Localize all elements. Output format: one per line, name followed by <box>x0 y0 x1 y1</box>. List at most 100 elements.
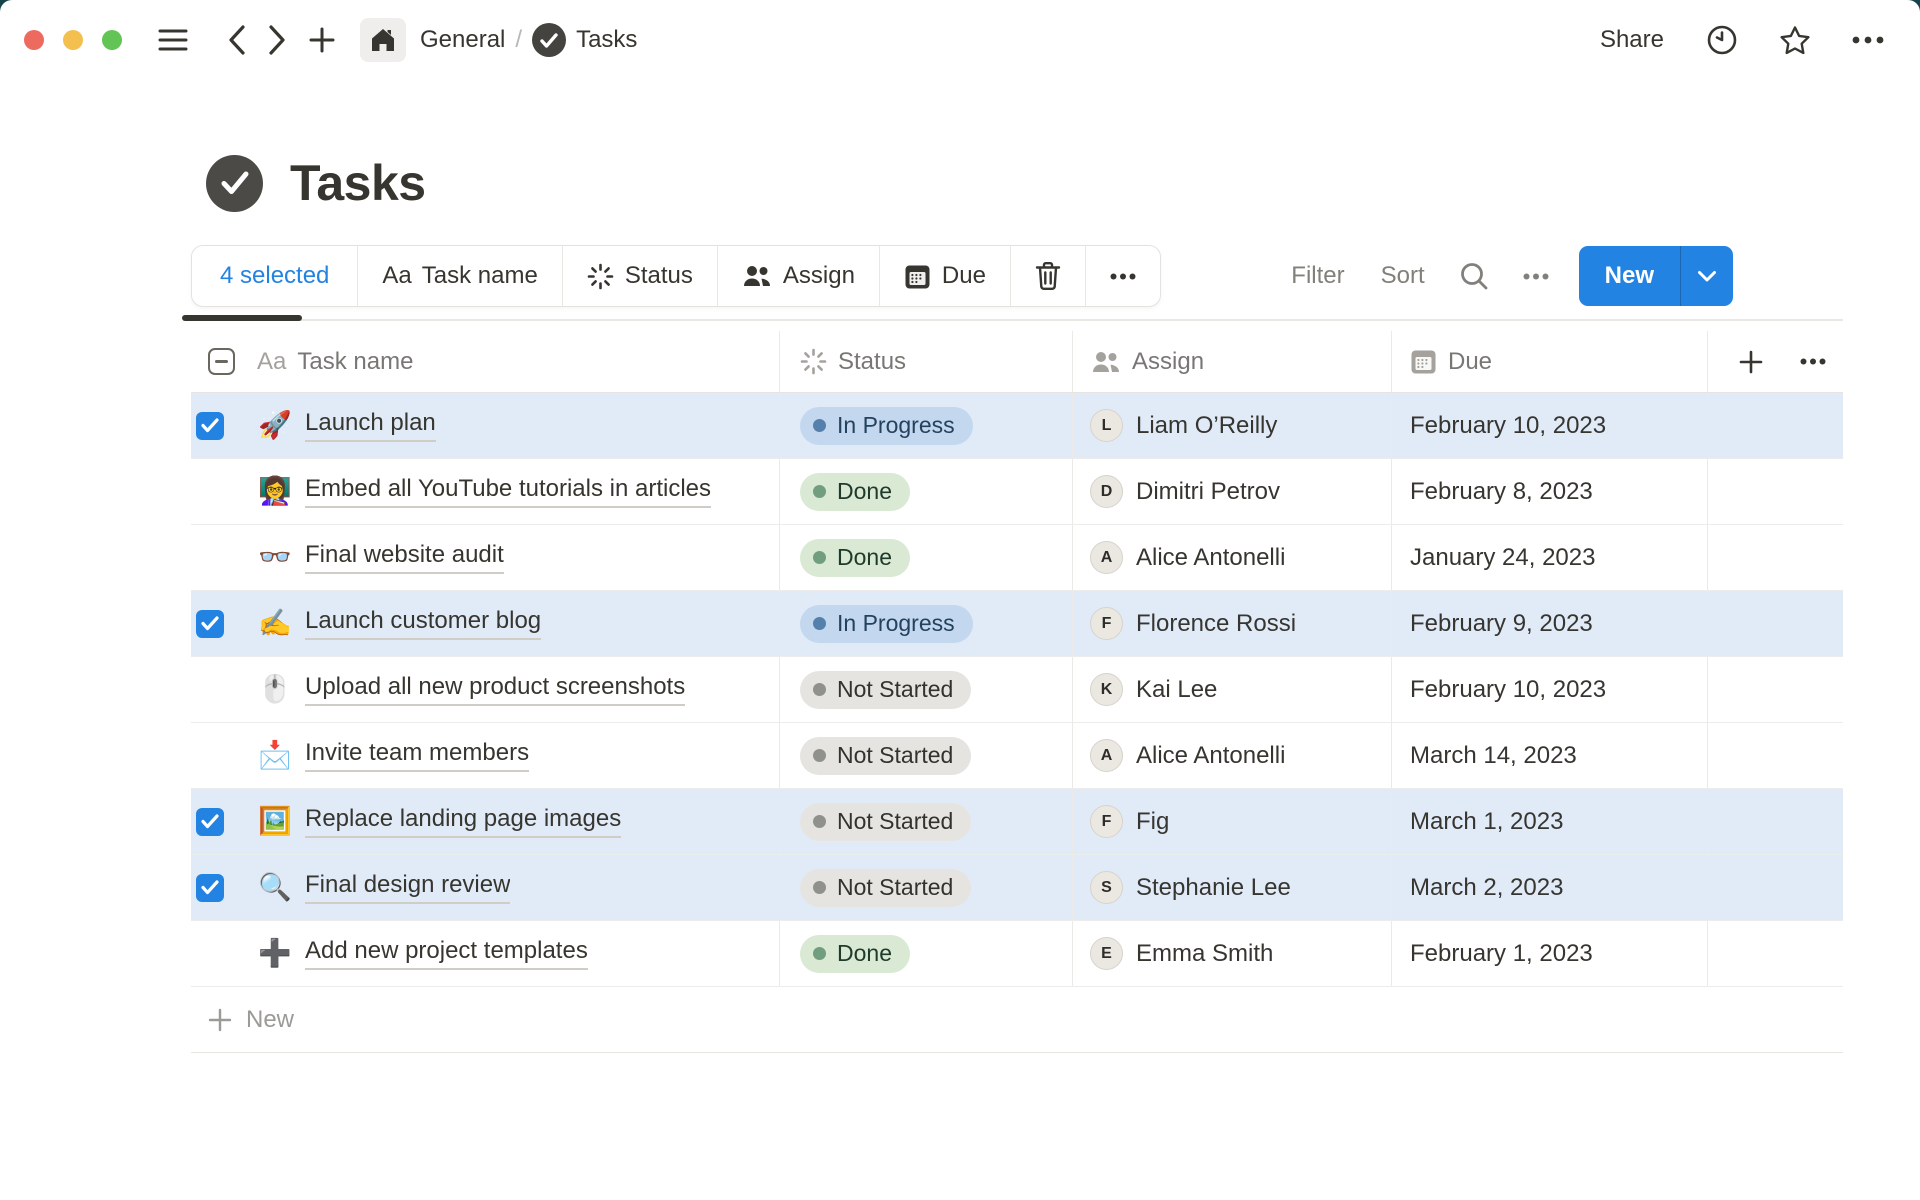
field-button-due[interactable]: Due <box>879 246 1010 306</box>
select-all-checkbox[interactable] <box>208 348 235 375</box>
row-checkbox[interactable] <box>196 412 224 440</box>
home-icon[interactable] <box>360 18 406 62</box>
assign-cell[interactable]: SStephanie Lee <box>1073 855 1392 920</box>
column-header-due[interactable]: Due <box>1392 331 1708 392</box>
assign-cell[interactable]: AAlice Antonelli <box>1073 525 1392 590</box>
column-header-task-name[interactable]: Aa Task name <box>191 331 780 392</box>
task-name-cell[interactable]: ✍️Launch customer blog <box>191 591 780 656</box>
column-header-status[interactable]: Status <box>780 331 1073 392</box>
status-pill[interactable]: In Progress <box>800 407 973 445</box>
share-button[interactable]: Share <box>1600 26 1664 54</box>
forward-icon[interactable] <box>268 25 286 55</box>
task-name-link[interactable]: Launch plan <box>305 409 436 442</box>
status-pill[interactable]: Done <box>800 539 910 577</box>
task-name-cell[interactable]: 🖼️Replace landing page images <box>191 789 780 854</box>
task-name-link[interactable]: Add new project templates <box>305 937 588 970</box>
task-name-cell[interactable]: ➕Add new project templates <box>191 921 780 986</box>
due-cell[interactable]: February 10, 2023 <box>1392 657 1708 722</box>
status-cell[interactable]: Done <box>780 921 1073 986</box>
task-name-cell[interactable]: 👩‍🏫Embed all YouTube tutorials in articl… <box>191 459 780 524</box>
due-cell[interactable]: March 1, 2023 <box>1392 789 1708 854</box>
row-checkbox[interactable] <box>196 610 224 638</box>
status-cell[interactable]: In Progress <box>780 591 1073 656</box>
sidebar-menu-icon[interactable] <box>158 28 188 52</box>
status-cell[interactable]: Done <box>780 525 1073 590</box>
due-cell[interactable]: February 9, 2023 <box>1392 591 1708 656</box>
task-name-cell[interactable]: 🔍Final design review <box>191 855 780 920</box>
status-pill[interactable]: Done <box>800 473 910 511</box>
view-more-icon[interactable] <box>1523 273 1549 280</box>
task-name-link[interactable]: Replace landing page images <box>305 805 621 838</box>
minimize-window-button[interactable] <box>63 30 83 50</box>
filter-button[interactable]: Filter <box>1291 262 1344 290</box>
status-cell[interactable]: Not Started <box>780 855 1073 920</box>
status-cell[interactable]: Not Started <box>780 789 1073 854</box>
delete-selected-button[interactable] <box>1010 246 1085 306</box>
assign-cell[interactable]: KKai Lee <box>1073 657 1392 722</box>
task-name-link[interactable]: Embed all YouTube tutorials in articles <box>305 475 711 508</box>
due-cell[interactable]: February 1, 2023 <box>1392 921 1708 986</box>
row-checkbox[interactable] <box>196 808 224 836</box>
add-column-icon[interactable] <box>1738 349 1764 375</box>
task-name-link[interactable]: Invite team members <box>305 739 529 772</box>
task-emoji-icon: 👓 <box>258 544 290 571</box>
status-pill[interactable]: Not Started <box>800 737 971 775</box>
back-icon[interactable] <box>228 25 246 55</box>
due-cell[interactable]: March 14, 2023 <box>1392 723 1708 788</box>
field-button-assign[interactable]: Assign <box>717 246 879 306</box>
task-name-link[interactable]: Launch customer blog <box>305 607 541 640</box>
zoom-window-button[interactable] <box>102 30 122 50</box>
selection-more-button[interactable] <box>1085 246 1160 306</box>
due-cell[interactable]: January 24, 2023 <box>1392 525 1708 590</box>
sort-button[interactable]: Sort <box>1381 262 1425 290</box>
status-cell[interactable]: In Progress <box>780 393 1073 458</box>
assign-cell[interactable]: AAlice Antonelli <box>1073 723 1392 788</box>
new-tab-icon[interactable] <box>308 26 336 54</box>
status-pill[interactable]: Not Started <box>800 869 971 907</box>
favorite-star-icon[interactable] <box>1778 24 1812 56</box>
task-name-link[interactable]: Final website audit <box>305 541 504 574</box>
task-name-link[interactable]: Upload all new product screenshots <box>305 673 685 706</box>
task-name-cell[interactable]: 🖱️Upload all new product screenshots <box>191 657 780 722</box>
new-button-label[interactable]: New <box>1579 246 1680 306</box>
status-cell[interactable]: Not Started <box>780 657 1073 722</box>
status-pill[interactable]: Not Started <box>800 671 971 709</box>
due-cell[interactable]: February 8, 2023 <box>1392 459 1708 524</box>
search-icon[interactable] <box>1459 261 1489 291</box>
assign-cell[interactable]: FFig <box>1073 789 1392 854</box>
scroll-thumb[interactable] <box>182 315 302 321</box>
selected-count-button[interactable]: 4 selected <box>192 246 357 306</box>
task-name-link[interactable]: Final design review <box>305 871 510 904</box>
status-pill[interactable]: Not Started <box>800 803 971 841</box>
assign-cell[interactable]: EEmma Smith <box>1073 921 1392 986</box>
due-cell[interactable]: February 10, 2023 <box>1392 393 1708 458</box>
new-row-button[interactable]: New <box>191 987 1843 1053</box>
due-cell[interactable]: March 2, 2023 <box>1392 855 1708 920</box>
assign-cell[interactable]: LLiam O’Reilly <box>1073 393 1392 458</box>
status-cell[interactable]: Done <box>780 459 1073 524</box>
row-checkbox[interactable] <box>196 874 224 902</box>
assign-cell[interactable]: DDimitri Petrov <box>1073 459 1392 524</box>
column-header-assign[interactable]: Assign <box>1073 331 1392 392</box>
extra-cell <box>1708 393 1843 458</box>
breadcrumb-page[interactable]: Tasks <box>576 26 637 54</box>
assign-cell[interactable]: FFlorence Rossi <box>1073 591 1392 656</box>
status-cell[interactable]: Not Started <box>780 723 1073 788</box>
table-options-icon[interactable] <box>1800 358 1826 365</box>
more-options-icon[interactable] <box>1852 36 1884 44</box>
task-name-cell[interactable]: 🚀Launch plan <box>191 393 780 458</box>
breadcrumb-workspace[interactable]: General <box>420 26 505 54</box>
status-dot-icon <box>813 749 826 762</box>
new-button[interactable]: New <box>1579 246 1733 306</box>
page-title-check-icon[interactable] <box>206 155 263 212</box>
status-pill[interactable]: Done <box>800 935 910 973</box>
task-name-cell[interactable]: 📩Invite team members <box>191 723 780 788</box>
new-button-chevron-down-icon[interactable] <box>1680 246 1733 306</box>
field-button-status[interactable]: Status <box>562 246 717 306</box>
updates-clock-icon[interactable] <box>1706 24 1738 56</box>
close-window-button[interactable] <box>24 30 44 50</box>
field-button-task-name[interactable]: AaTask name <box>357 246 561 306</box>
page-title[interactable]: Tasks <box>290 154 426 212</box>
task-name-cell[interactable]: 👓 Final website audit <box>191 525 780 590</box>
status-pill[interactable]: In Progress <box>800 605 973 643</box>
